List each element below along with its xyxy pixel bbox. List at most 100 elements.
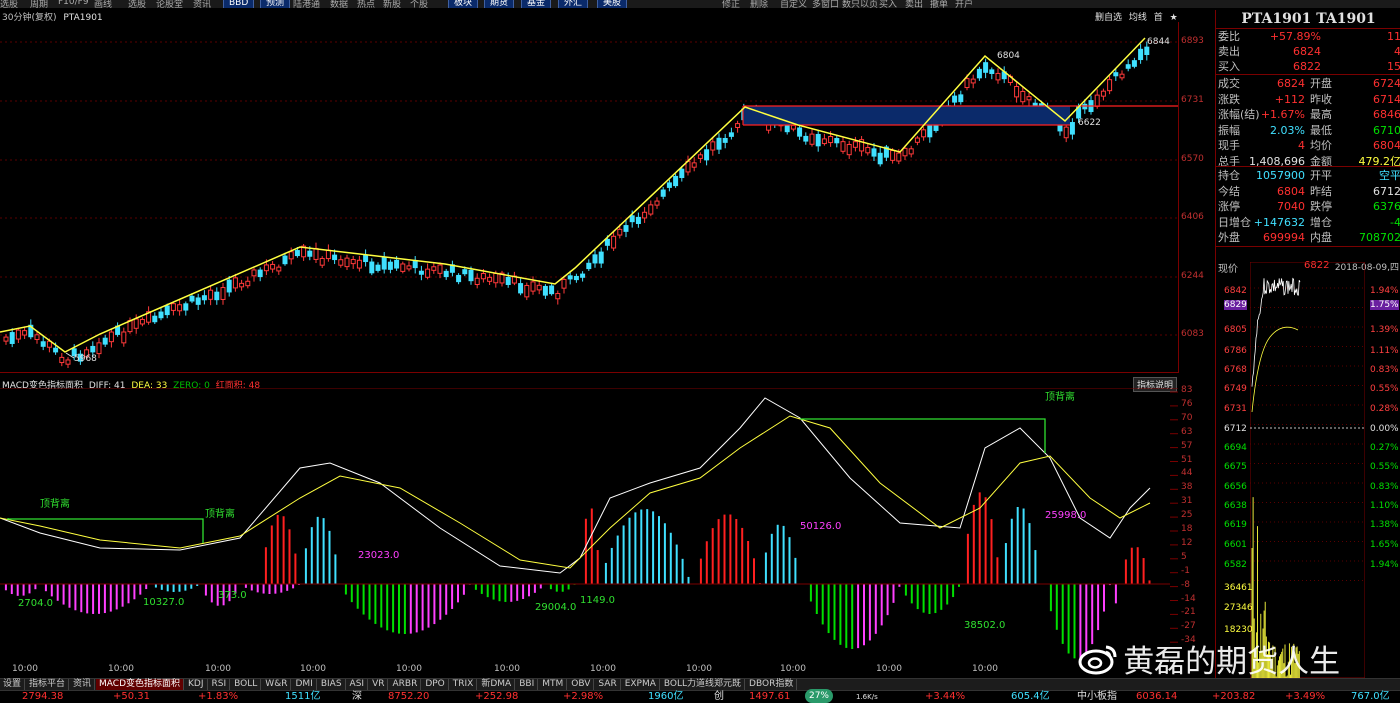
topbar-item-15[interactable]: 期货 [484, 0, 514, 8]
macd-area-value: 38502.0 [964, 620, 1005, 631]
topbar-item-12[interactable]: 新股 [383, 0, 401, 8]
quote-row-0: 委比+57.89%11 [1218, 29, 1400, 44]
candle-body [190, 296, 194, 301]
quote-key: 涨跌 [1218, 92, 1240, 107]
topbar-item-3[interactable]: 画线 [94, 0, 112, 8]
candle-body [426, 269, 430, 277]
indicator-tab-19[interactable]: SAR [595, 679, 620, 690]
indicator-tab-22[interactable]: DBOR指数 [746, 679, 797, 690]
candle-body [1101, 91, 1105, 96]
topbar-item-0[interactable]: 选股 [0, 0, 18, 8]
candle-body [227, 280, 231, 292]
quote-key2: 最高 [1310, 107, 1332, 122]
quote-val2: 6710 [1373, 123, 1400, 138]
candle-body [872, 149, 876, 156]
mini-left-tick: 6601 [1224, 540, 1247, 550]
indicator-tab-21[interactable]: BOLL力道线郑元既 [661, 679, 745, 690]
indicator-tab-16[interactable]: BBI [516, 679, 538, 690]
candle-body [649, 205, 653, 214]
topbar-item-17[interactable]: 外汇 [558, 0, 588, 8]
indicator-tab-18[interactable]: OBV [568, 679, 594, 690]
topbar-item-27[interactable]: 开户 [955, 0, 973, 8]
sz-pct: +2.98% [563, 691, 603, 703]
topbar-item-26[interactable]: 撤单 [930, 0, 948, 8]
indicator-tab-3[interactable]: MACD变色指标面积 [96, 679, 184, 690]
topbar-item-25[interactable]: 卖出 [905, 0, 923, 8]
sz-name: 深 [352, 691, 362, 703]
indicator-tab-5[interactable]: RSI [209, 679, 231, 690]
quote-key: 委比 [1218, 29, 1240, 44]
indicator-tab-9[interactable]: BIAS [318, 679, 346, 690]
quote-key2: 最低 [1310, 123, 1332, 138]
macd-tick: 76 [1181, 399, 1192, 409]
indicator-tab-0[interactable]: 设置 [0, 679, 25, 690]
topbar-item-23[interactable]: 数只以页 [842, 0, 878, 8]
indicator-tab-7[interactable]: W&R [262, 679, 291, 690]
indicator-tab-2[interactable]: 资讯 [70, 679, 95, 690]
topbar-item-10[interactable]: 数据 [330, 0, 348, 8]
candle-body [568, 276, 572, 279]
topbar-item-22[interactable]: 多窗口 [812, 0, 839, 8]
candle-body [258, 270, 262, 277]
indicator-tab-4[interactable]: KDJ [185, 679, 208, 690]
candle-body [903, 148, 907, 155]
indicator-tab-14[interactable]: TRIX [450, 679, 478, 690]
topbar-item-16[interactable]: 基金 [521, 0, 551, 8]
candle-body [692, 163, 696, 167]
topbar-item-24[interactable]: 买入 [879, 0, 897, 8]
mini-right-tick: 0.83% [1370, 365, 1399, 375]
topbar-item-7[interactable]: BBD [223, 0, 254, 8]
candle-body [97, 343, 101, 354]
quote-key2: 内盘 [1310, 230, 1332, 245]
candle-body [122, 332, 126, 343]
topbar-item-5[interactable]: 论股堂 [156, 0, 183, 8]
macd-chart[interactable]: 顶背离顶背离顶背离2704.010327.0373.023023.029004.… [0, 388, 1178, 663]
topbar-item-11[interactable]: 热点 [357, 0, 375, 8]
mini-avg-line [1252, 327, 1298, 412]
indicator-tab-15[interactable]: 新DMA [478, 679, 515, 690]
candlestick-chart[interactable]: 5968680466226844 [0, 22, 1178, 372]
candle-body [289, 252, 293, 259]
quote-separator [1216, 246, 1400, 247]
indicator-tab-13[interactable]: DPO [422, 679, 448, 690]
quote-val: 7040 [1277, 199, 1305, 214]
topbar-item-9[interactable]: 陆港通 [293, 0, 320, 8]
candle-body [376, 265, 380, 270]
candle-body [364, 255, 368, 261]
macd-tick: 31 [1181, 496, 1192, 506]
topbar-item-13[interactable]: 个股 [410, 0, 428, 8]
topbar-item-6[interactable]: 资讯 [193, 0, 211, 8]
intraday-mini-chart[interactable] [1250, 262, 1365, 678]
macd-tick: -21 [1181, 607, 1196, 617]
topbar-item-21[interactable]: 自定义 [780, 0, 807, 8]
indicator-tab-20[interactable]: EXPMA [622, 679, 660, 690]
speed-gauge[interactable]: 27% [805, 689, 833, 703]
topbar-item-19[interactable]: 修正 [722, 0, 740, 8]
topbar-item-18[interactable]: 美股 [597, 0, 627, 8]
topbar-item-20[interactable]: 删除 [750, 0, 768, 8]
quote-val: 6822 [1293, 59, 1321, 74]
candle-body [1108, 80, 1112, 91]
candle-body [488, 277, 492, 281]
topbar-item-2[interactable]: F10/F9 [58, 0, 89, 7]
topbar-item-4[interactable]: 选股 [128, 0, 146, 8]
quote-val2: 6724 [1373, 76, 1400, 91]
indicator-tab-12[interactable]: ARBR [389, 679, 421, 690]
macd-area-value: 2704.0 [18, 598, 53, 609]
topbar-item-8[interactable]: 预测 [260, 0, 290, 8]
indicator-tab-10[interactable]: ASI [347, 679, 369, 690]
indicator-tab-8[interactable]: DMI [292, 679, 316, 690]
topbar-item-1[interactable]: 周期 [30, 0, 48, 8]
candle-body [264, 265, 268, 271]
sme-index: 6036.14 [1136, 691, 1177, 703]
topbar-item-14[interactable]: 板块 [448, 0, 478, 8]
candle-body [1064, 127, 1068, 138]
quote-val2: 6712 [1373, 184, 1400, 199]
quote-separator [1216, 74, 1400, 75]
candle-body [23, 331, 27, 335]
macd-area-value: 29004.0 [535, 602, 576, 613]
indicator-tab-6[interactable]: BOLL [231, 679, 261, 690]
indicator-tab-11[interactable]: VR [369, 679, 388, 690]
indicator-tab-17[interactable]: MTM [539, 679, 567, 690]
indicator-tab-1[interactable]: 指标平台 [26, 679, 69, 690]
